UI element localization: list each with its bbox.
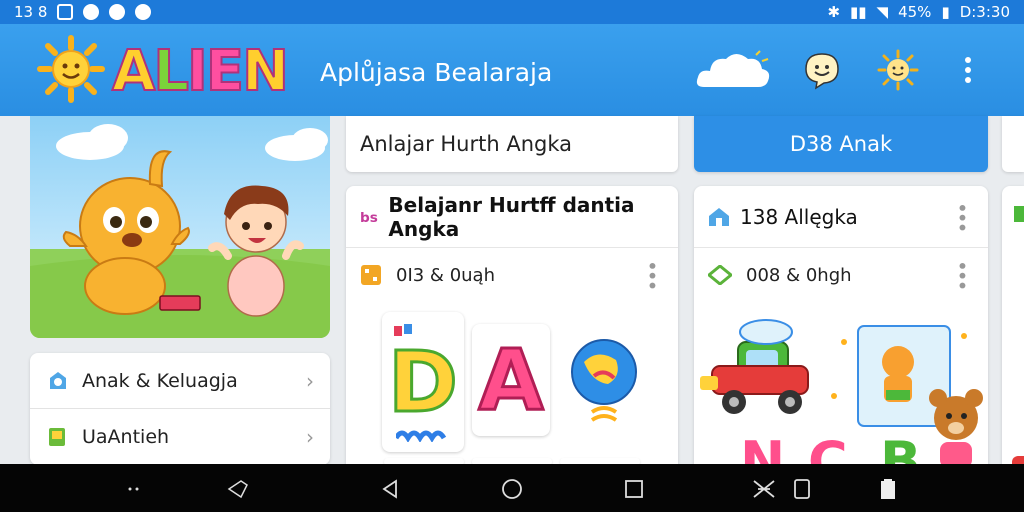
smile-bubble-icon[interactable] bbox=[798, 46, 846, 94]
phone-icon[interactable] bbox=[790, 478, 814, 500]
sidebar-item-label: Anak & Keluagja bbox=[82, 369, 238, 392]
dots-icon[interactable] bbox=[122, 478, 146, 500]
card-title: 138 Allęgka bbox=[740, 204, 858, 229]
card-header: bs Belajanr Hurtff dantia Angka bbox=[346, 186, 678, 248]
globe-icon bbox=[571, 339, 637, 422]
card-subheader: 0I3 & 0uąh ••• bbox=[346, 248, 678, 302]
letter-card-d[interactable]: D bbox=[382, 312, 464, 452]
clipboard-icon[interactable] bbox=[876, 478, 900, 500]
house-icon bbox=[709, 207, 729, 226]
chevron-right-icon: › bbox=[306, 425, 314, 449]
clock: D:3:30 bbox=[959, 3, 1010, 21]
battery-icon: ▮ bbox=[941, 3, 950, 21]
card-subheader: 008 & 0hgh ••• bbox=[694, 248, 988, 302]
svg-text:bs: bs bbox=[360, 210, 378, 226]
card-partial[interactable] bbox=[1002, 186, 1024, 476]
tile-learn-letters[interactable]: Anlajar Hurth Angka bbox=[346, 116, 678, 172]
globe-toy[interactable] bbox=[560, 312, 648, 452]
hero-illustration[interactable] bbox=[30, 116, 330, 338]
wave-icon bbox=[396, 430, 447, 442]
logo-letter: L bbox=[152, 39, 190, 104]
tile-label: D38 Anak bbox=[789, 132, 893, 156]
more-vert-icon[interactable]: ••• bbox=[950, 260, 974, 289]
shapes-icon bbox=[708, 265, 732, 285]
abc-icon: bs bbox=[360, 210, 378, 226]
coin-icon bbox=[83, 4, 100, 20]
sidebar-item-family[interactable]: Anak & Keluagja › bbox=[30, 353, 330, 409]
card-subtitle: 0I3 & 0uąh bbox=[396, 264, 495, 286]
blocked-icon bbox=[109, 4, 126, 20]
logo-letter: A bbox=[111, 39, 156, 104]
sun-logo-icon bbox=[37, 35, 105, 103]
chevron-right-icon: › bbox=[306, 368, 314, 393]
grid-icon bbox=[361, 265, 381, 285]
system-navigation-bar bbox=[0, 464, 1024, 512]
sun-face-icon[interactable] bbox=[874, 46, 922, 94]
bluetooth-icon: ✱ bbox=[827, 3, 841, 21]
card-title: Belajanr Hurtff dantia Angka bbox=[388, 192, 635, 241]
logo-letter: E bbox=[205, 39, 245, 104]
app-logo-text: ALIEN bbox=[111, 39, 290, 104]
gallery-icon bbox=[57, 4, 74, 20]
child-icon bbox=[50, 371, 66, 389]
home-icon[interactable] bbox=[500, 478, 524, 500]
more-vert-icon[interactable]: ••• bbox=[640, 260, 664, 289]
app-bar: ALIEN Aplůjasa Bealaraja bbox=[0, 24, 1024, 116]
recents-icon[interactable] bbox=[622, 478, 646, 500]
card-partial-icon bbox=[1014, 206, 1024, 222]
puzzle-piece-icon bbox=[394, 324, 412, 336]
back-icon[interactable] bbox=[378, 478, 402, 500]
tile-partial[interactable] bbox=[1002, 116, 1024, 172]
card-numbers[interactable]: 138 Allęgka ••• 008 & 0hgh ••• N C B bbox=[694, 186, 988, 476]
wifi-icon: ◥ bbox=[876, 3, 889, 21]
app-title: Aplůjasa Bealaraja bbox=[320, 58, 553, 87]
sidebar-item-second[interactable]: UaAntieh › bbox=[30, 409, 330, 465]
signal-icon: ▮▮ bbox=[850, 3, 867, 21]
tile-label: Anlajar Hurth Angka bbox=[360, 132, 573, 156]
more-vert-icon[interactable]: ••• bbox=[950, 202, 974, 231]
toys-illustration: N C B bbox=[700, 319, 983, 476]
letter-a: A bbox=[477, 330, 545, 431]
more-vert-icon[interactable] bbox=[944, 46, 992, 94]
card-header: 138 Allęgka ••• bbox=[694, 186, 988, 248]
status-bar: 13 8 ✱ ▮▮ ◥ 45% ▮ D:3:30 bbox=[0, 0, 1024, 24]
tile-child-button[interactable]: D38 Anak bbox=[694, 116, 988, 172]
logo-letter: I bbox=[186, 39, 209, 104]
letter-d: D bbox=[387, 332, 460, 433]
compass-icon bbox=[135, 4, 152, 20]
battery-level: 45% bbox=[898, 3, 932, 21]
sidebar-item-label: UaAntieh bbox=[82, 426, 170, 448]
logo-letter: N bbox=[241, 39, 290, 104]
tag-icon[interactable] bbox=[226, 478, 250, 500]
status-left-text: 13 8 bbox=[14, 3, 48, 21]
rotate-icon[interactable] bbox=[752, 478, 776, 500]
cloud-icon[interactable] bbox=[694, 46, 772, 94]
letter-card-a[interactable]: A bbox=[472, 324, 550, 436]
card-subtitle: 008 & 0hgh bbox=[746, 264, 852, 286]
book-icon bbox=[49, 428, 65, 446]
sidebar-list: Anak & Keluagja › UaAntieh › bbox=[30, 353, 330, 465]
